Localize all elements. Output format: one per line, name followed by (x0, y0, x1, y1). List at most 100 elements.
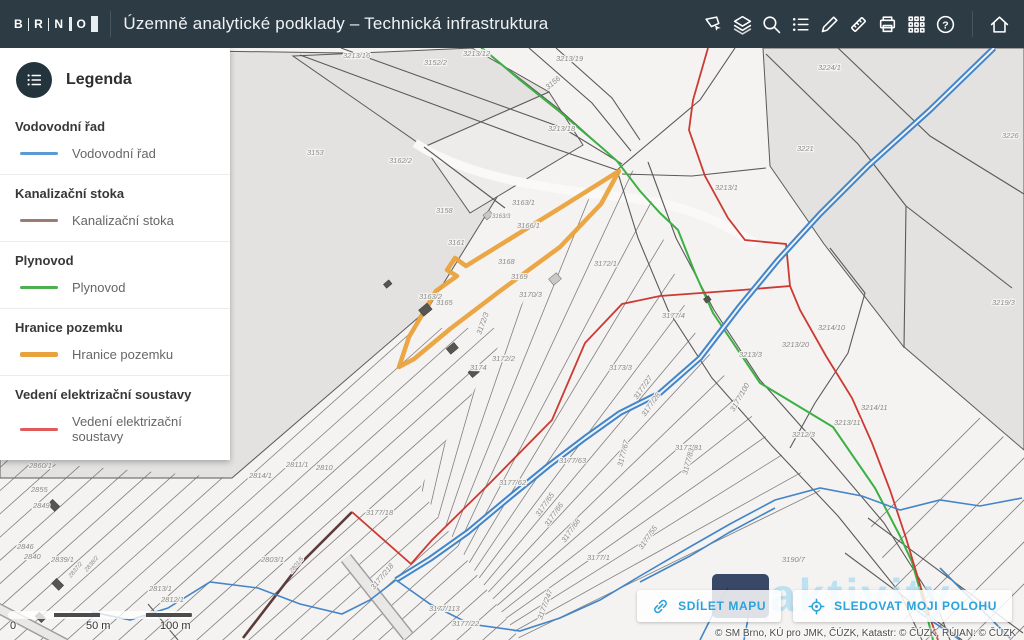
legend-section-heading: Plynovod (15, 253, 230, 268)
scale-bar-track (8, 611, 192, 619)
svg-text:3152/2: 3152/2 (424, 58, 448, 67)
svg-text:3213/20: 3213/20 (782, 340, 810, 349)
svg-text:3177/22: 3177/22 (452, 619, 480, 628)
svg-text:3163/3: 3163/3 (492, 214, 511, 220)
legend-item: Hranice pozemku (0, 347, 230, 362)
svg-text:3213/16: 3213/16 (343, 51, 371, 60)
svg-text:3226: 3226 (1002, 131, 1020, 140)
track-location-button[interactable]: SLEDOVAT MOJI POLOHU (793, 590, 1012, 622)
svg-text:3213/3: 3213/3 (739, 350, 763, 359)
svg-text:3168: 3168 (498, 257, 516, 266)
svg-text:3177/18: 3177/18 (366, 508, 394, 517)
svg-text:3177/4: 3177/4 (662, 311, 685, 320)
legend-icon (16, 62, 52, 98)
svg-text:3224/1: 3224/1 (818, 63, 841, 72)
scale-label-50: 50 m (86, 620, 110, 632)
app-header: BRNO Územně analytické podklady – Techni… (0, 0, 1024, 48)
legend-section: Vodovodní řad Vodovodní řad (0, 108, 230, 174)
svg-text:3213/12: 3213/12 (463, 49, 491, 58)
legend-item: Kanalizační stoka (0, 213, 230, 228)
svg-text:3213/19: 3213/19 (556, 54, 584, 63)
layers-icon[interactable] (728, 9, 757, 39)
help-icon[interactable]: ? (931, 9, 960, 39)
search-icon[interactable] (757, 9, 786, 39)
legend-list-icon[interactable] (786, 9, 815, 39)
svg-text:2860/1: 2860/1 (28, 461, 52, 470)
legend-swatch (20, 286, 58, 289)
svg-text:3163/1: 3163/1 (512, 198, 535, 207)
legend-panel: Legenda Vodovodní řad Vodovodní řad Kanali… (0, 48, 230, 460)
brno-logo[interactable]: BRNO (14, 16, 98, 32)
share-map-button[interactable]: SDÍLET MAPU (637, 590, 781, 622)
svg-text:3174: 3174 (470, 363, 487, 372)
legend-section: Kanalizační stoka Kanalizační stoka (0, 174, 230, 241)
legend-swatch (20, 219, 58, 222)
svg-text:3190/7: 3190/7 (782, 555, 806, 564)
svg-text:3221: 3221 (797, 144, 814, 153)
scale-label-0: 0 (10, 620, 16, 632)
locate-icon (808, 598, 825, 615)
svg-text:3177/113: 3177/113 (429, 604, 461, 613)
svg-text:2840: 2840 (23, 552, 42, 561)
area-select-icon[interactable] (699, 9, 728, 39)
svg-text:3214/11: 3214/11 (861, 403, 888, 412)
share-map-label: SDÍLET MAPU (678, 599, 766, 613)
legend-item-label: Kanalizační stoka (72, 213, 174, 228)
svg-text:3158: 3158 (436, 206, 454, 215)
legend-title: Legenda (66, 71, 132, 89)
svg-text:3172/2: 3172/2 (492, 354, 516, 363)
legend-item-label: Plynovod (72, 280, 125, 295)
svg-text:3213/1: 3213/1 (715, 183, 738, 192)
svg-text:3213/18: 3213/18 (548, 124, 576, 133)
track-location-label: SLEDOVAT MOJI POLOHU (834, 599, 997, 613)
svg-text:3172/1: 3172/1 (594, 259, 617, 268)
legend-swatch (20, 352, 58, 357)
toolbar-divider (972, 11, 973, 37)
svg-text:2813/1: 2813/1 (148, 584, 172, 593)
legend-swatch (20, 152, 58, 155)
scale-bar: 0 50 m 100 m (8, 611, 208, 634)
measure-ruler-icon[interactable] (844, 9, 873, 39)
scale-segment (54, 613, 100, 617)
apps-grid-icon[interactable] (902, 9, 931, 39)
print-icon[interactable] (873, 9, 902, 39)
svg-text:2846: 2846 (16, 542, 35, 551)
page-title: Územně analytické podklady – Technická i… (123, 14, 548, 34)
svg-text:3161: 3161 (448, 238, 465, 247)
svg-text:3177/63: 3177/63 (559, 456, 587, 465)
scale-segment (146, 613, 192, 617)
legend-section-heading: Kanalizační stoka (15, 186, 230, 201)
svg-text:2810: 2810 (315, 463, 334, 472)
draw-pencil-icon[interactable] (815, 9, 844, 39)
header-toolbar: ? (699, 9, 1014, 39)
legend-item-label: Vodovodní řad (72, 146, 156, 161)
scale-labels: 0 50 m 100 m (8, 620, 208, 634)
svg-text:3213/11: 3213/11 (834, 418, 861, 427)
home-icon[interactable] (985, 9, 1014, 39)
legend-section-heading: Vedení elektrizační soustavy (15, 387, 230, 402)
legend-section-heading: Vodovodní řad (15, 119, 230, 134)
svg-text:2849: 2849 (32, 501, 51, 510)
header-divider (110, 11, 111, 37)
svg-text:3170/3: 3170/3 (519, 290, 543, 299)
svg-text:3166/1: 3166/1 (517, 221, 540, 230)
svg-text:3165: 3165 (436, 298, 454, 307)
svg-text:3169: 3169 (511, 272, 529, 281)
legend-sections: Vodovodní řad Vodovodní řad Kanalizační st… (0, 108, 230, 457)
svg-text:3162/2: 3162/2 (389, 156, 413, 165)
svg-text:3177/1: 3177/1 (587, 553, 610, 562)
svg-text:2855: 2855 (30, 485, 49, 494)
legend-section: Hranice pozemku Hranice pozemku (0, 308, 230, 375)
legend-section: Plynovod Plynovod (0, 241, 230, 308)
svg-text:2814/1: 2814/1 (248, 471, 272, 480)
legend-swatch (20, 428, 58, 431)
legend-item-label: Hranice pozemku (72, 347, 173, 362)
legend-section-heading: Hranice pozemku (15, 320, 230, 335)
svg-text:3212/3: 3212/3 (792, 430, 816, 439)
legend-item: Vodovodní řad (0, 146, 230, 161)
svg-text:?: ? (942, 19, 948, 31)
map-copyright: © SM Brno, KÚ pro JMK, ČÚZK, Katastr: © … (715, 628, 1016, 639)
svg-text:2803/1: 2803/1 (260, 555, 284, 564)
svg-text:3214/10: 3214/10 (818, 323, 846, 332)
svg-text:2839/1: 2839/1 (50, 555, 74, 564)
